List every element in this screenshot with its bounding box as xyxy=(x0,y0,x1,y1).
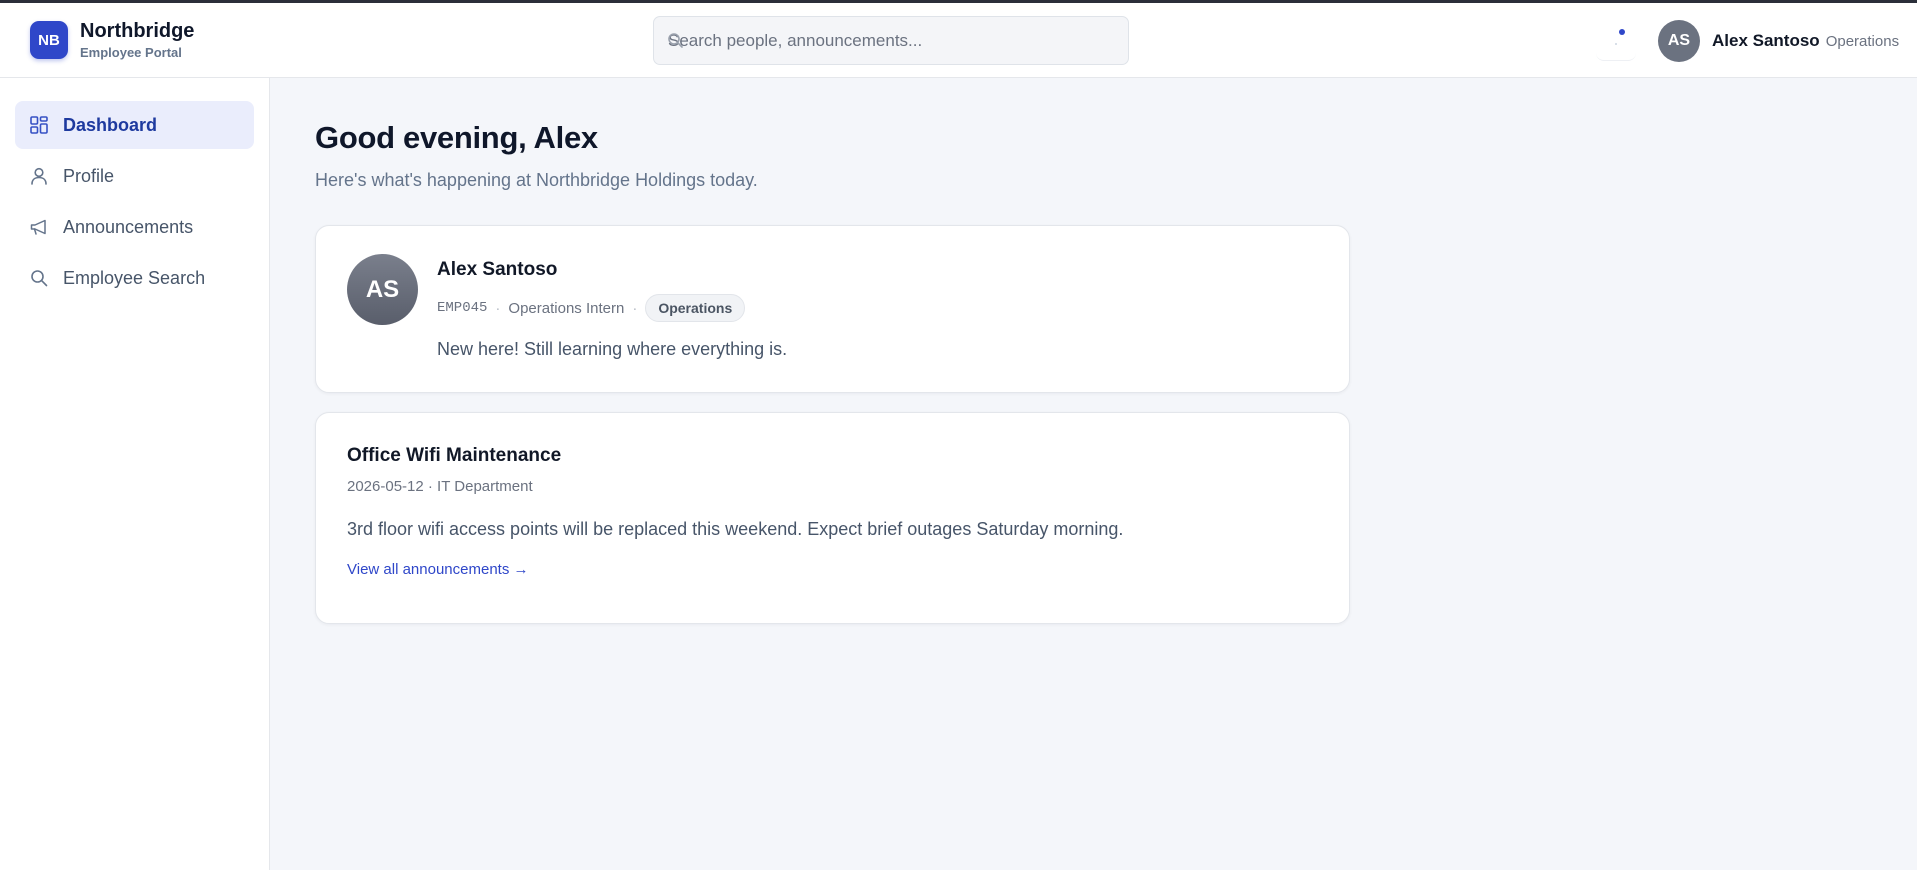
page-title: Good evening, Alex xyxy=(315,120,598,155)
sidebar-item-dashboard[interactable]: Dashboard xyxy=(15,101,254,149)
sidebar-item-label: Profile xyxy=(63,165,115,186)
megaphone-icon xyxy=(30,219,46,235)
sidebar-item-announcements[interactable]: Announcements xyxy=(15,203,254,251)
sidebar-item-employee-search[interactable]: Employee Search xyxy=(15,254,254,302)
notifications-button[interactable] xyxy=(1596,21,1636,61)
announcement-title: Office Wifi Maintenance xyxy=(347,445,562,466)
top-header: NB Northbridge Employee Portal AS Alex S… xyxy=(0,3,1917,78)
user-icon xyxy=(31,167,47,185)
user-name: Alex Santoso xyxy=(1712,31,1820,50)
bell-icon xyxy=(1615,43,1617,45)
employee-name: Alex Santoso xyxy=(437,259,558,280)
search-icon xyxy=(668,33,683,48)
employee-id: EMP045 xyxy=(437,300,488,316)
announcement-body: 3rd floor wifi access points will be rep… xyxy=(347,519,1124,539)
sidebar-item-label: Employee Search xyxy=(63,267,206,288)
user-department: Operations xyxy=(1825,32,1900,50)
view-all-announcements-link[interactable]: View all announcements → xyxy=(347,561,529,578)
profile-card: AS Alex Santoso EMP045 · Operations Inte… xyxy=(315,225,1350,393)
employee-role: Operations Intern xyxy=(508,299,625,317)
brand-subtitle: Employee Portal xyxy=(80,45,182,60)
brand-name: Northbridge xyxy=(80,20,195,42)
meta-separator: · xyxy=(632,299,638,317)
notification-dot-icon xyxy=(1619,29,1625,35)
brand-text: Northbridge Employee Portal xyxy=(80,20,194,60)
department-badge: Operations xyxy=(645,294,746,322)
sidebar-item-profile[interactable]: Profile xyxy=(15,152,254,200)
meta-separator: · xyxy=(495,299,501,317)
brand[interactable]: NB Northbridge Employee Portal xyxy=(30,20,194,60)
announcement-card: Office Wifi Maintenance 2026-05-12 · IT … xyxy=(315,412,1350,624)
page-subtitle: Here's what's happening at Northbridge H… xyxy=(315,170,758,190)
employee-bio: New here! Still learning where everythin… xyxy=(437,339,788,359)
employee-meta: EMP045 · Operations Intern · Operations xyxy=(437,294,746,322)
avatar: AS xyxy=(347,254,418,325)
dashboard-grid-icon xyxy=(30,116,48,134)
sidebar: Dashboard Profile Announcements Employee… xyxy=(0,78,270,870)
search-input[interactable] xyxy=(654,17,1128,64)
announcement-meta: 2026-05-12 · IT Department xyxy=(347,478,533,495)
sidebar-item-label: Dashboard xyxy=(63,114,158,135)
brand-logo: NB xyxy=(30,21,68,59)
global-search[interactable] xyxy=(653,16,1129,65)
sidebar-item-label: Announcements xyxy=(63,216,194,237)
avatar: AS xyxy=(1658,20,1700,62)
search-icon xyxy=(31,270,48,287)
user-menu[interactable]: AS Alex Santoso Operations xyxy=(1658,20,1899,62)
